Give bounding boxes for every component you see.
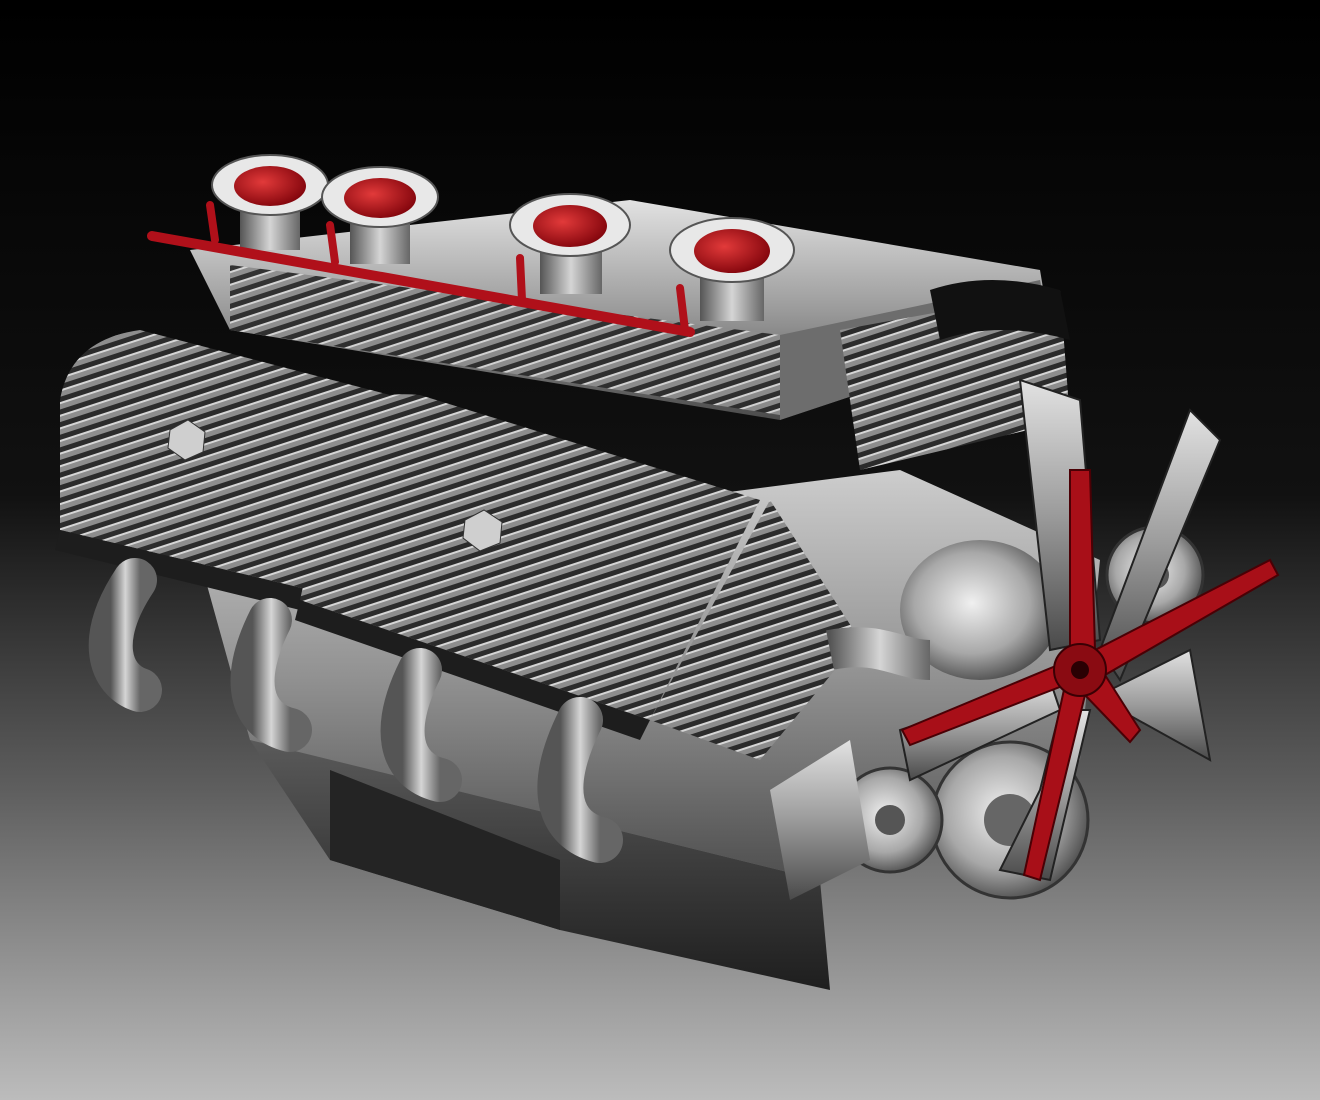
engine-render-canvas (0, 0, 1320, 1100)
velocity-stack-1 (211, 154, 329, 250)
exhaust-pipe-1 (88, 558, 162, 712)
engine-illustration (55, 154, 1280, 990)
